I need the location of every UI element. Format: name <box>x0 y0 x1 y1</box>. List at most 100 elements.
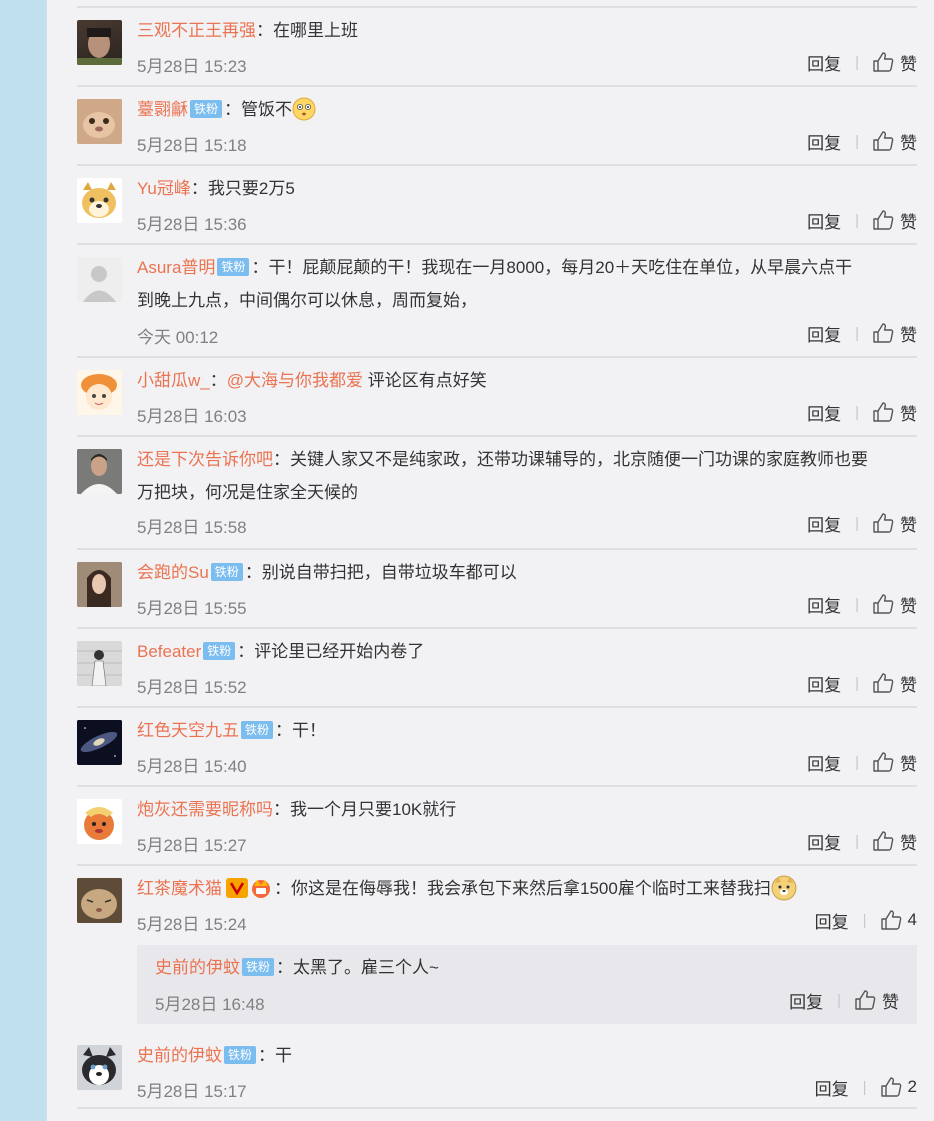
like-button[interactable]: 赞 <box>872 671 917 696</box>
divider <box>77 6 917 8</box>
comment-item: 薹翾龢 铁粉 ：管饭不 5月28日 15:18 回复 | 赞 <box>77 97 917 159</box>
fan-badge[interactable]: 铁粉 <box>203 641 236 660</box>
avatar[interactable] <box>77 20 122 65</box>
like-button[interactable]: 赞 <box>872 511 917 536</box>
username-link[interactable]: 三观不正王再强 <box>137 21 256 40</box>
thumb-up-icon <box>873 402 894 422</box>
username-link[interactable]: Asura普明 <box>137 258 215 277</box>
like-count: 赞 <box>900 515 917 535</box>
comment-actions: 回复 | 2 <box>815 1075 917 1099</box>
divider <box>77 627 917 629</box>
comment-time: 今天 00:12 <box>137 328 219 347</box>
action-divider: | <box>855 403 859 421</box>
comment-item: 红茶魔术猫 ：你这是在侮辱我！我会承包下来然后拿1500雇个临时工来替我扫 5月2… <box>77 875 917 938</box>
flushed-emoji-icon <box>292 97 316 121</box>
comment-actions: 回复 | 赞 <box>807 400 917 424</box>
comment-item: Befeater 铁粉 ：评论里已经开始内卷了 5月28日 15:52 回复 | 赞 <box>77 641 917 701</box>
divider <box>77 356 917 358</box>
avatar[interactable] <box>77 178 122 223</box>
fan-badge[interactable]: 铁粉 <box>242 957 275 976</box>
comment-actions: 回复 | 赞 <box>807 321 917 345</box>
divider <box>77 548 917 550</box>
comment-text: 三观不正王再强：在哪里上班 <box>137 21 358 40</box>
avatar[interactable] <box>77 1045 122 1090</box>
username-link[interactable]: 红茶魔术猫 <box>137 879 222 898</box>
like-button[interactable]: 4 <box>880 909 917 931</box>
comment-time: 5月28日 15:55 <box>137 599 247 618</box>
comment-actions: 回复 | 赞 <box>807 50 917 74</box>
reply-button[interactable]: 回复 <box>789 988 823 1013</box>
like-count: 赞 <box>900 212 917 232</box>
thumb-up-icon <box>873 131 894 151</box>
username-link[interactable]: 炮灰还需要昵称吗 <box>137 800 273 819</box>
username-link[interactable]: 史前的伊蚊 <box>137 1046 222 1065</box>
reply-button[interactable]: 回复 <box>807 750 841 775</box>
reply-button[interactable]: 回复 <box>807 321 841 346</box>
fan-crown-icon[interactable] <box>248 877 274 899</box>
fan-badge[interactable]: 铁粉 <box>190 99 223 118</box>
like-button[interactable]: 赞 <box>872 750 917 775</box>
like-button[interactable]: 赞 <box>872 129 917 154</box>
fan-badge[interactable]: 铁粉 <box>224 1045 257 1064</box>
reply-button[interactable]: 回复 <box>807 50 841 75</box>
like-button[interactable]: 赞 <box>872 400 917 425</box>
reply-button[interactable]: 回复 <box>807 592 841 617</box>
reply-actions: 回复 | 赞 <box>789 988 899 1012</box>
thumb-up-icon <box>855 990 876 1010</box>
action-divider: | <box>855 753 859 771</box>
mention-link[interactable]: @大海与你我都爱 <box>227 371 363 390</box>
like-button[interactable]: 赞 <box>854 988 899 1013</box>
avatar[interactable] <box>77 799 122 844</box>
divider <box>77 785 917 787</box>
reply-button[interactable]: 回复 <box>807 829 841 854</box>
reply-button[interactable]: 回复 <box>807 511 841 536</box>
username-link[interactable]: 会跑的Su <box>137 563 209 582</box>
reply-button[interactable]: 回复 <box>815 908 849 933</box>
like-button[interactable]: 赞 <box>872 829 917 854</box>
comment-text: Yu冠峰：我只要2万5 <box>137 179 295 198</box>
reply-button[interactable]: 回复 <box>807 129 841 154</box>
like-button[interactable]: 赞 <box>872 208 917 233</box>
comment-panel: 三观不正王再强：在哪里上班 5月28日 15:23 回复 | 赞 薹翾龢 铁粉 ：管饭… <box>46 0 934 1121</box>
comment-text: 小甜瓜w_：@大海与你我都爱 评论区有点好笑 <box>137 371 487 390</box>
reply-button[interactable]: 回复 <box>807 400 841 425</box>
reply-button[interactable]: 回复 <box>807 671 841 696</box>
reply-time: 5月28日 16:48 <box>155 995 265 1014</box>
fan-badge[interactable]: 铁粉 <box>241 720 274 739</box>
comment-text: 会跑的Su 铁粉 ：别说自带扫把，自带垃圾车都可以 <box>137 562 517 582</box>
vip-v-icon[interactable] <box>226 877 248 898</box>
avatar[interactable] <box>77 257 122 302</box>
like-button[interactable]: 2 <box>880 1076 917 1098</box>
avatar[interactable] <box>77 562 122 607</box>
action-divider: | <box>855 674 859 692</box>
like-button[interactable]: 赞 <box>872 592 917 617</box>
avatar[interactable] <box>77 370 122 415</box>
comment-time: 5月28日 16:03 <box>137 407 247 426</box>
comment-text: 还是下次告诉你吧：关键人家又不是纯家政，还带功课辅导的，北京随便一门功课的家庭教… <box>137 450 868 469</box>
fan-badge[interactable]: 铁粉 <box>210 562 243 581</box>
username-link[interactable]: Yu冠峰 <box>137 179 191 198</box>
avatar[interactable] <box>77 449 122 494</box>
reply-button[interactable]: 回复 <box>815 1075 849 1100</box>
username-link[interactable]: 红色天空九五 <box>137 721 239 740</box>
like-button[interactable]: 赞 <box>872 50 917 75</box>
thumb-up-icon <box>873 52 894 72</box>
reply-button[interactable]: 回复 <box>807 208 841 233</box>
avatar[interactable] <box>77 878 122 923</box>
username-link[interactable]: 还是下次告诉你吧 <box>137 450 273 469</box>
thumb-up-icon <box>873 673 894 693</box>
divider <box>77 85 917 87</box>
like-button[interactable]: 赞 <box>872 321 917 346</box>
username-link[interactable]: Befeater <box>137 642 201 661</box>
avatar[interactable] <box>77 720 122 765</box>
thumb-up-icon <box>873 323 894 343</box>
avatar[interactable] <box>77 641 122 686</box>
username-link[interactable]: 小甜瓜w_ <box>137 371 210 390</box>
avatar[interactable] <box>77 99 122 144</box>
username-link[interactable]: 薹翾龢 <box>137 100 188 119</box>
username-link[interactable]: 史前的伊蚊 <box>155 958 240 977</box>
fan-badge[interactable]: 铁粉 <box>217 257 250 276</box>
comment-actions: 回复 | 赞 <box>807 671 917 695</box>
comment-actions: 回复 | 赞 <box>807 511 917 535</box>
action-divider: | <box>855 132 859 150</box>
